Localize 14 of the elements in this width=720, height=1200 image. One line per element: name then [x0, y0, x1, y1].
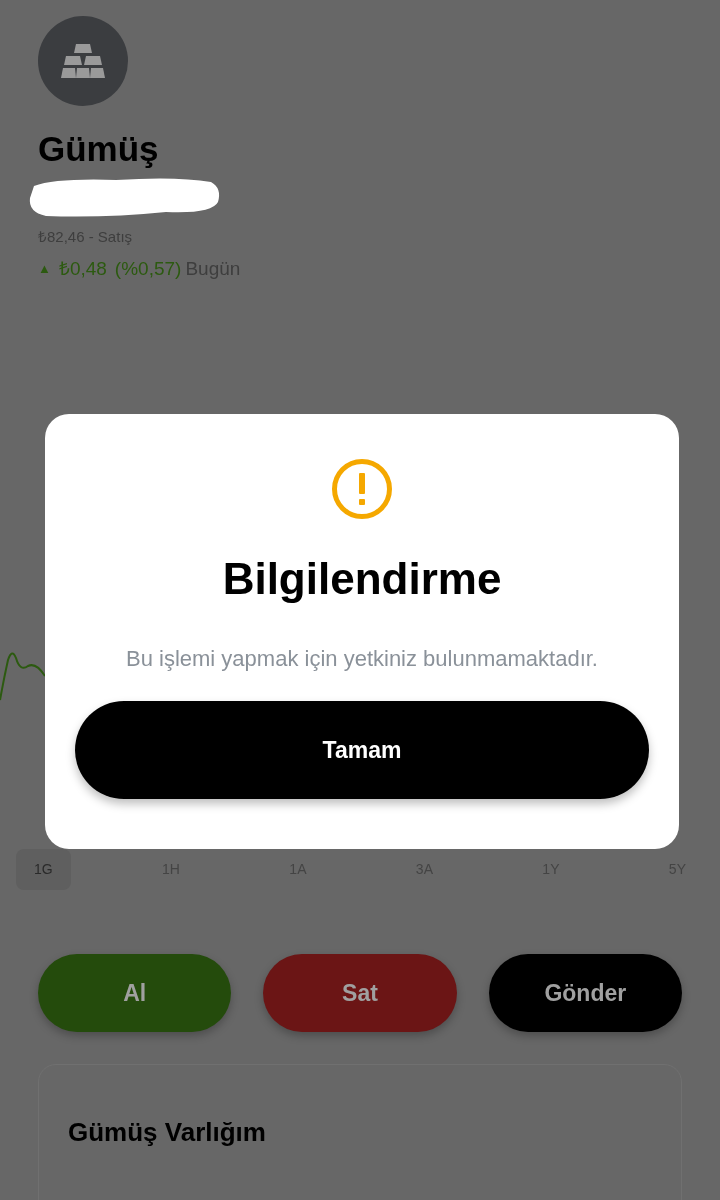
action-button[interactable]: Al [38, 954, 232, 1032]
ok-button[interactable]: Tamam [75, 701, 649, 799]
change-amount: ₺0,48 [58, 256, 107, 281]
bars-stack-icon [61, 44, 105, 78]
warning-icon [331, 458, 393, 520]
dialog-title: Bilgilendirme [222, 553, 502, 605]
trend-arrow: ▲ [38, 260, 51, 278]
card-title: Gümüş Varlığım [68, 1116, 267, 1149]
action-button[interactable]: Gönder [488, 954, 682, 1032]
action-button[interactable]: Sat [263, 954, 457, 1032]
change-percent: (%0,57) [114, 256, 182, 281]
asset-title: Gümüş [38, 128, 160, 170]
price-line [0, 652, 46, 701]
dialog-message: Bu işlemi yapmak için yetkiniz bulunmamaktadır. [126, 645, 598, 673]
